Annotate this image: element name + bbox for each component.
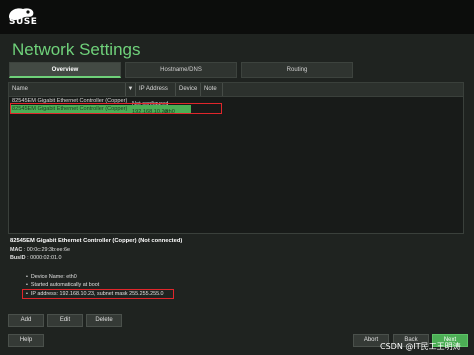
tab-routing[interactable]: Routing	[241, 62, 353, 78]
column-header-note[interactable]: Note	[201, 83, 223, 96]
logo-text: SUSE	[9, 17, 38, 27]
mac-value: : 00:0c:29:3b:ee:6e	[22, 247, 70, 253]
tab-hostname-dns[interactable]: Hostname/DNS	[125, 62, 237, 78]
column-header-device[interactable]: Device	[176, 83, 201, 96]
sort-down-icon[interactable]: ▼	[126, 83, 136, 96]
mac-line: MAC : 00:0c:29:3b:ee:6e	[10, 247, 70, 253]
details-title: 82545EM Gigabit Ethernet Controller (Cop…	[10, 238, 183, 244]
mac-label: MAC	[10, 247, 23, 253]
tab-overview[interactable]: Overview	[9, 62, 121, 78]
column-header-ip-address[interactable]: IP Address	[136, 83, 176, 96]
edit-button[interactable]: Edit	[47, 314, 83, 327]
network-cards-table[interactable]: Name ▼ IP Address Device Note 82545EM Gi…	[8, 82, 464, 234]
tab-bar: Overview Hostname/DNS Routing	[9, 62, 353, 78]
bullet-start-mode: Started automatically at boot	[26, 282, 99, 288]
csdn-watermark: CSDN @IT民工王明涛	[380, 342, 461, 351]
bullet-device-name: Device Name: eth0	[26, 274, 77, 280]
table-header: Name ▼ IP Address Device Note	[9, 83, 463, 97]
help-button[interactable]: Help	[8, 334, 44, 347]
busid-line: BusID : 0000:02:01.0	[10, 255, 62, 261]
page-title: Network Settings	[12, 40, 141, 59]
column-header-name[interactable]: Name	[9, 83, 126, 96]
add-button[interactable]: Add	[8, 314, 44, 327]
busid-label: BusID	[10, 255, 26, 261]
delete-button[interactable]: Delete	[86, 314, 122, 327]
highlight-box-ip-address	[22, 289, 174, 299]
top-bar: SUSE	[0, 0, 474, 34]
busid-value: : 0000:02:01.0	[25, 255, 62, 261]
details-panel: 82545EM Gigabit Ethernet Controller (Cop…	[8, 236, 464, 310]
highlight-box-selected-row	[10, 103, 222, 114]
